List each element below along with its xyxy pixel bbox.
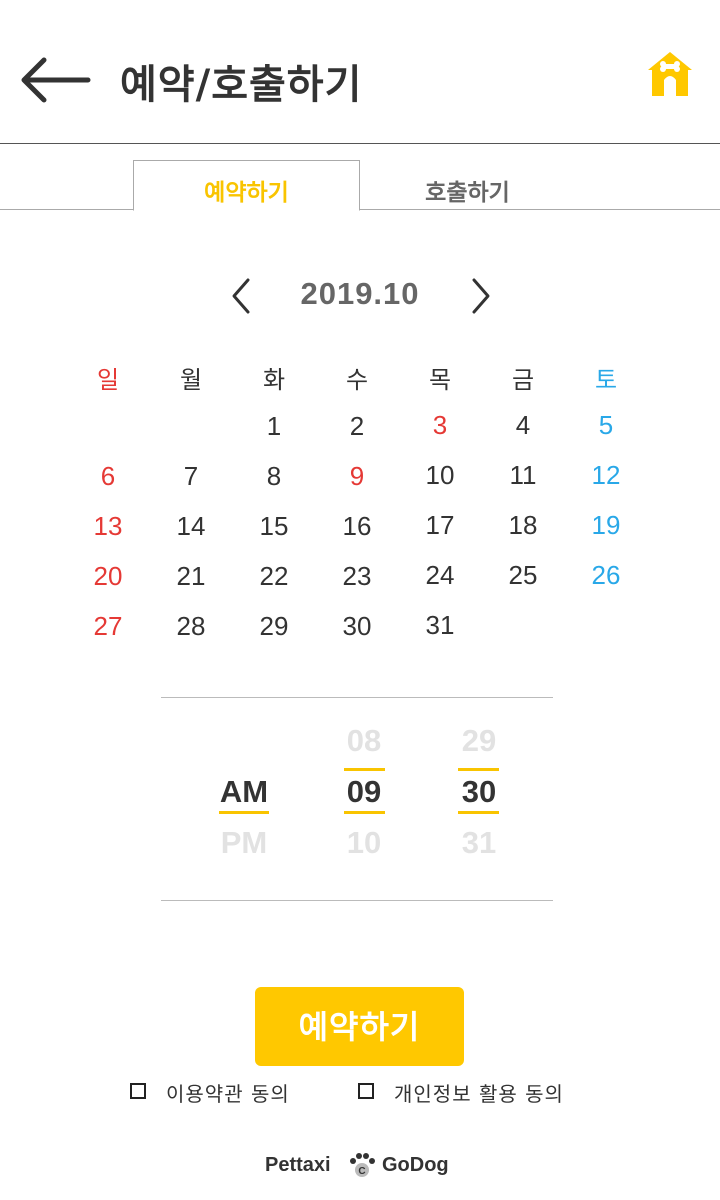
calendar-day[interactable]: 27 bbox=[78, 606, 138, 646]
ampm-underline bbox=[219, 811, 269, 814]
calendar-day-selected[interactable]: 14 bbox=[161, 506, 221, 546]
calendar-day[interactable]: 6 bbox=[78, 456, 138, 496]
minute-underline-bottom bbox=[458, 811, 499, 814]
ampm-selected[interactable]: AM bbox=[209, 774, 279, 810]
chevron-right-icon bbox=[472, 278, 490, 314]
weekday-sat: 토 bbox=[594, 367, 618, 394]
back-button[interactable] bbox=[18, 55, 92, 105]
calendar-day[interactable]: 15 bbox=[244, 506, 304, 546]
privacy-agreement[interactable]: 개인정보 활용 동의 bbox=[358, 1076, 588, 1106]
brand-pettaxi: Pettaxi bbox=[265, 1154, 331, 1176]
reserve-button[interactable]: 예약하기 bbox=[255, 987, 464, 1066]
paw-icon: C bbox=[350, 1153, 375, 1177]
tab-bar: 예약하기 호출하기 bbox=[0, 160, 720, 211]
svg-text:C: C bbox=[358, 1166, 365, 1177]
minute-prev[interactable]: 29 bbox=[444, 723, 514, 759]
weekday-fri: 금 bbox=[511, 367, 535, 394]
tab-call[interactable]: 호출하기 bbox=[360, 160, 575, 210]
privacy-label: 개인정보 활용 동의 bbox=[394, 1082, 564, 1106]
next-month-button[interactable] bbox=[466, 276, 496, 316]
minute-selected[interactable]: 30 bbox=[444, 774, 514, 810]
hour-prev[interactable]: 08 bbox=[329, 723, 399, 759]
weekday-thu: 목 bbox=[428, 367, 452, 394]
calendar-day[interactable]: 5 bbox=[576, 405, 636, 445]
minute-underline-top bbox=[458, 768, 499, 771]
weekday-sun: 일 bbox=[96, 367, 120, 394]
prev-month-button[interactable] bbox=[226, 276, 256, 316]
weekday-tue: 화 bbox=[262, 367, 286, 394]
arrow-left-icon bbox=[21, 57, 91, 103]
tab-divider bbox=[0, 209, 134, 210]
calendar-day[interactable]: 18 bbox=[493, 505, 553, 545]
calendar-day[interactable]: 17 bbox=[410, 505, 470, 545]
calendar-day[interactable]: 10 bbox=[410, 455, 470, 495]
calendar-day[interactable]: 21 bbox=[161, 556, 221, 596]
calendar-day[interactable]: 29 bbox=[244, 606, 304, 646]
calendar-day[interactable]: 8 bbox=[244, 456, 304, 496]
calendar-day[interactable]: 25 bbox=[493, 555, 553, 595]
calendar-day[interactable]: 12 bbox=[576, 455, 636, 495]
hour-selected[interactable]: 09 bbox=[329, 774, 399, 810]
calendar-day[interactable]: 9 bbox=[327, 456, 387, 496]
hour-underline-bottom bbox=[344, 811, 385, 814]
hour-underline-top bbox=[344, 768, 385, 771]
calendar-day[interactable]: 23 bbox=[327, 556, 387, 596]
calendar-day[interactable]: 7 bbox=[161, 456, 221, 496]
calendar-day[interactable]: 11 bbox=[493, 455, 553, 495]
tab-reserve[interactable]: 예약하기 bbox=[133, 160, 360, 211]
footer-brand: Pettaxi C GoDog bbox=[0, 1150, 720, 1190]
privacy-checkbox[interactable] bbox=[358, 1083, 374, 1099]
dog-house-icon bbox=[648, 52, 692, 96]
calendar-day[interactable]: 24 bbox=[410, 555, 470, 595]
weekday-wed: 수 bbox=[345, 367, 369, 394]
page-title: 예약/호출하기 bbox=[120, 62, 363, 108]
weekday-mon: 월 bbox=[179, 367, 203, 394]
calendar-day[interactable]: 26 bbox=[576, 555, 636, 595]
selected-day-label: 14 bbox=[176, 511, 206, 541]
chevron-left-icon bbox=[232, 278, 250, 314]
calendar-day[interactable]: 16 bbox=[327, 506, 387, 546]
minute-next[interactable]: 31 bbox=[444, 825, 514, 861]
calendar-day[interactable]: 30 bbox=[327, 606, 387, 646]
calendar-day[interactable]: 22 bbox=[244, 556, 304, 596]
calendar-day[interactable]: 20 bbox=[78, 556, 138, 596]
calendar-day[interactable]: 19 bbox=[576, 505, 636, 545]
calendar-day[interactable]: 13 bbox=[78, 506, 138, 546]
ampm-next[interactable]: PM bbox=[209, 825, 279, 861]
calendar-day[interactable]: 2 bbox=[327, 406, 387, 446]
calendar-day[interactable]: 4 bbox=[493, 405, 553, 445]
calendar-day[interactable]: 3 bbox=[410, 405, 470, 445]
terms-agreement[interactable]: 이용약관 동의 bbox=[130, 1076, 320, 1106]
brand-godog: GoDog bbox=[382, 1154, 449, 1176]
hour-next[interactable]: 10 bbox=[329, 825, 399, 861]
terms-checkbox[interactable] bbox=[130, 1083, 146, 1099]
calendar-day[interactable]: 28 bbox=[161, 606, 221, 646]
terms-label: 이용약관 동의 bbox=[166, 1082, 290, 1106]
calendar-day[interactable]: 31 bbox=[410, 605, 470, 645]
time-picker[interactable]: AM PM 08 09 10 29 30 31 bbox=[161, 697, 553, 901]
app-header: 예약/호출하기 bbox=[0, 0, 720, 144]
home-button[interactable] bbox=[646, 50, 694, 98]
month-navigation: 2019.10 bbox=[0, 270, 720, 320]
calendar-day[interactable]: 1 bbox=[244, 406, 304, 446]
month-label: 2019.10 bbox=[300, 276, 420, 311]
